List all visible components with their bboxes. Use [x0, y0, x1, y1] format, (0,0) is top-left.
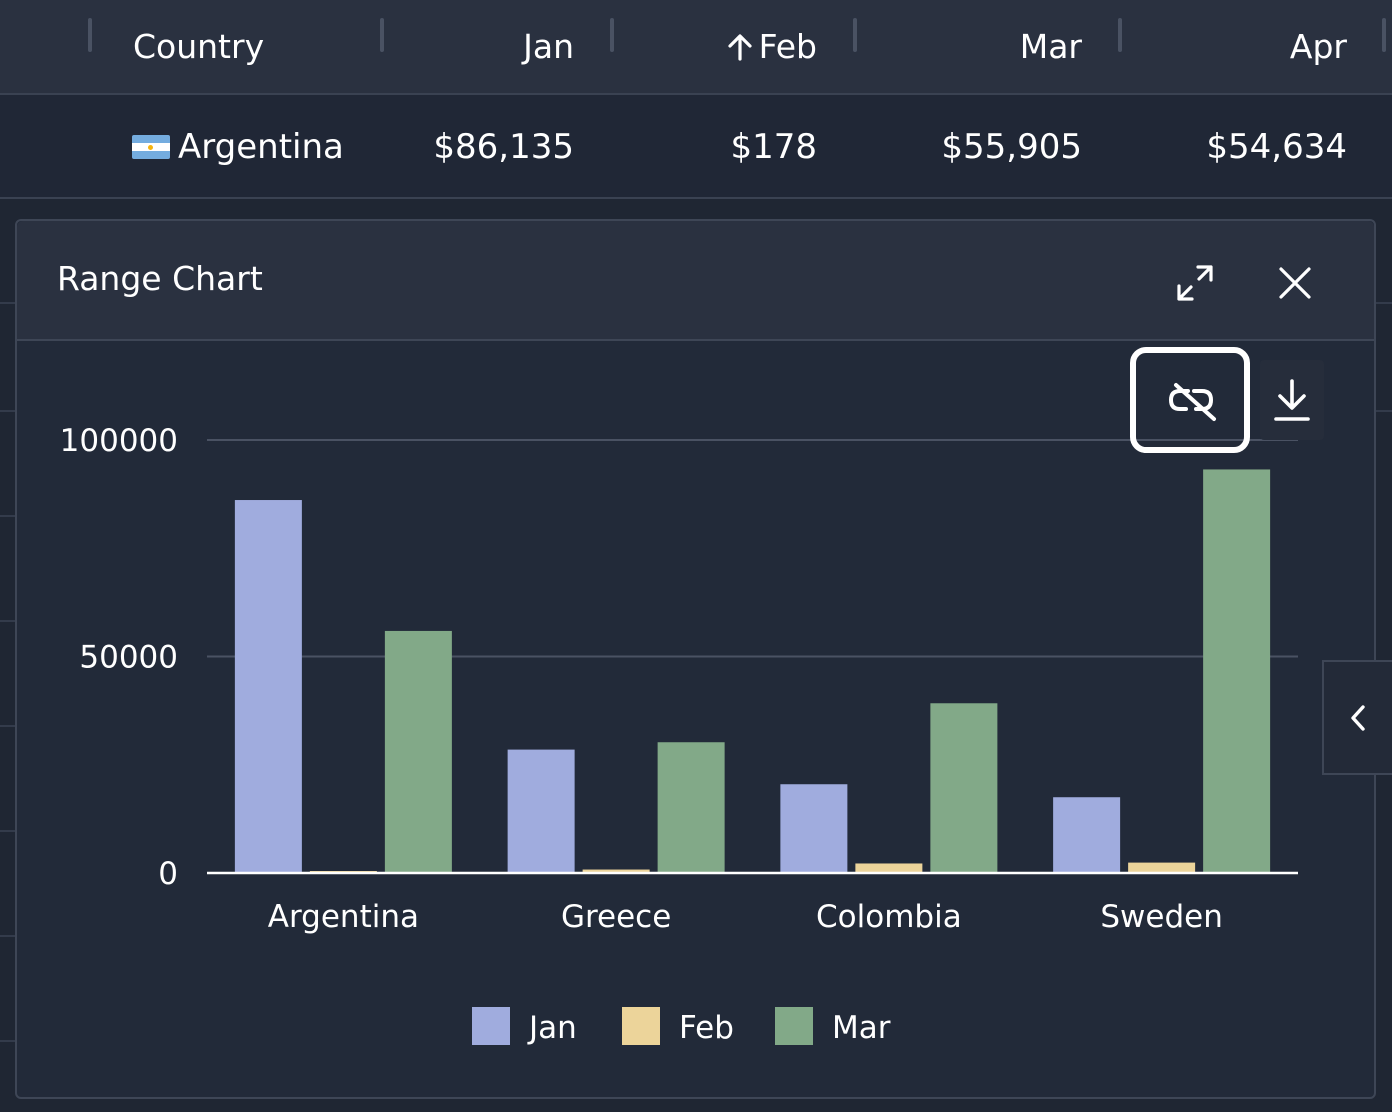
- unlink-chart-button[interactable]: [1130, 347, 1250, 453]
- bar-jan-colombia: [780, 784, 848, 873]
- chevron-left-icon: [1351, 704, 1365, 731]
- x-tick-label: Colombia: [816, 899, 962, 935]
- bar-mar-argentina: [384, 630, 452, 873]
- unlink-icon: [1168, 383, 1216, 421]
- bar-jan-sweden: [1053, 797, 1121, 873]
- legend-swatch-feb: [622, 1007, 660, 1045]
- bar-feb-colombia: [855, 863, 923, 873]
- range-chart: 0 50000 100000 Argentina Greece Colombia Swede…: [60, 423, 1298, 1046]
- x-tick-label: Sweden: [1100, 899, 1223, 935]
- legend-label-mar: Mar: [832, 1010, 891, 1046]
- x-tick-label: Argentina: [268, 899, 419, 935]
- legend-label-jan: Jan: [527, 1010, 577, 1046]
- legend-swatch-mar: [775, 1007, 813, 1045]
- x-tick-label: Greece: [561, 899, 671, 935]
- side-panel-toggle[interactable]: [1322, 660, 1392, 775]
- bar-jan-greece: [507, 749, 575, 873]
- y-tick-label: 50000: [79, 640, 178, 676]
- download-chart-button[interactable]: [1260, 360, 1324, 440]
- bar-jan-argentina: [234, 500, 302, 873]
- bar-mar-sweden: [1203, 469, 1271, 873]
- legend-swatch-jan: [472, 1007, 510, 1045]
- y-tick-label: 100000: [60, 423, 178, 459]
- download-icon: [1274, 379, 1310, 421]
- bar-feb-sweden: [1128, 862, 1196, 873]
- bar-mar-colombia: [930, 703, 998, 873]
- bar-mar-greece: [657, 742, 725, 873]
- y-tick-label: 0: [158, 856, 178, 892]
- legend-label-feb: Feb: [679, 1010, 734, 1046]
